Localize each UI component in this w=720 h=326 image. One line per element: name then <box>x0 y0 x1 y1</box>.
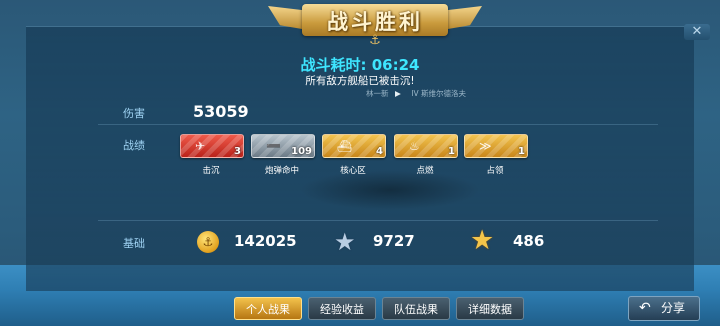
victory-banner: 战斗胜利 ⚓ <box>268 2 482 48</box>
achievement-count: 1 <box>448 146 455 157</box>
credits-coin-icon: ⚓ <box>197 231 219 253</box>
citadel-icon: ⛴ <box>337 139 353 153</box>
results-tabs: 个人战果 经验收益 队伍战果 详细数据 <box>234 297 524 320</box>
share-label: 分享 <box>661 301 686 315</box>
achievement-caption: 点燃 <box>416 166 434 176</box>
banner-right-wing <box>442 6 482 30</box>
close-icon: ✕ <box>691 24 703 39</box>
achievement-count: 109 <box>291 146 312 157</box>
experience-star-icon: ★ <box>334 228 356 256</box>
battle-time-value: 06:24 <box>371 56 420 74</box>
achievement-caption: 核心区 <box>340 166 366 176</box>
tab-detailed-data[interactable]: 详细数据 <box>456 297 524 320</box>
achievement-caption: 炮弹命中 <box>264 166 299 176</box>
achievement-caption: 占领 <box>486 166 504 176</box>
fire-icon: ♨ <box>409 139 420 153</box>
achievement-count: 3 <box>234 146 241 157</box>
damage-label: 伤害 <box>123 107 145 120</box>
sunk-ship-icon: ✈ <box>195 139 206 153</box>
player-ship-line: 林一新 IV 斯维尔德洛夫 <box>366 88 466 99</box>
tab-experience-earnings[interactable]: 经验收益 <box>308 297 376 320</box>
arrow-icon <box>394 91 401 97</box>
close-button[interactable]: ✕ <box>684 24 710 40</box>
battle-time-label: 战斗耗时: <box>300 56 367 74</box>
share-button[interactable]: ↶ 分享 <box>628 296 700 321</box>
divider <box>98 124 658 125</box>
tab-personal-results[interactable]: 个人战果 <box>234 297 302 320</box>
experience-value: 9727 <box>373 232 415 250</box>
achievement-badge-sunk[interactable]: ✈ 3 <box>180 134 244 158</box>
ship-name: 斯维尔德洛夫 <box>421 89 467 98</box>
divider <box>98 220 658 221</box>
credits-value: 142025 <box>234 232 297 250</box>
shell-icon: ➖ <box>266 139 281 153</box>
achievement-badge-capture[interactable]: ≫ 1 <box>464 134 528 158</box>
achievement-count: 4 <box>376 146 383 157</box>
base-rewards-label: 基础 <box>123 237 145 250</box>
achievement-badge-fire[interactable]: ♨ 1 <box>394 134 458 158</box>
ship-tier: IV <box>411 89 419 98</box>
capture-icon: ≫ <box>479 139 492 153</box>
damage-value: 53059 <box>193 102 249 121</box>
commander-xp-value: 486 <box>513 232 545 250</box>
achievement-badge-citadel[interactable]: ⛴ 4 <box>322 134 386 158</box>
victory-title: 战斗胜利 <box>327 9 423 34</box>
achievement-badge-hits[interactable]: ➖ 109 <box>251 134 315 158</box>
tab-team-results[interactable]: 队伍战果 <box>382 297 450 320</box>
achievement-caption: 击沉 <box>202 166 220 176</box>
commander-xp-star-icon: ★ <box>470 225 495 256</box>
smoke-cloud <box>300 170 480 210</box>
battle-time: 战斗耗时: 06:24 <box>0 54 720 75</box>
anchor-icon: ⚓ <box>369 33 381 48</box>
battle-result-message: 所有敌方舰船已被击沉! <box>305 75 415 87</box>
player-name: 林一新 <box>366 89 389 98</box>
share-arrow-icon: ↶ <box>639 300 651 316</box>
achievements-label: 战绩 <box>123 139 145 152</box>
achievement-count: 1 <box>518 146 525 157</box>
